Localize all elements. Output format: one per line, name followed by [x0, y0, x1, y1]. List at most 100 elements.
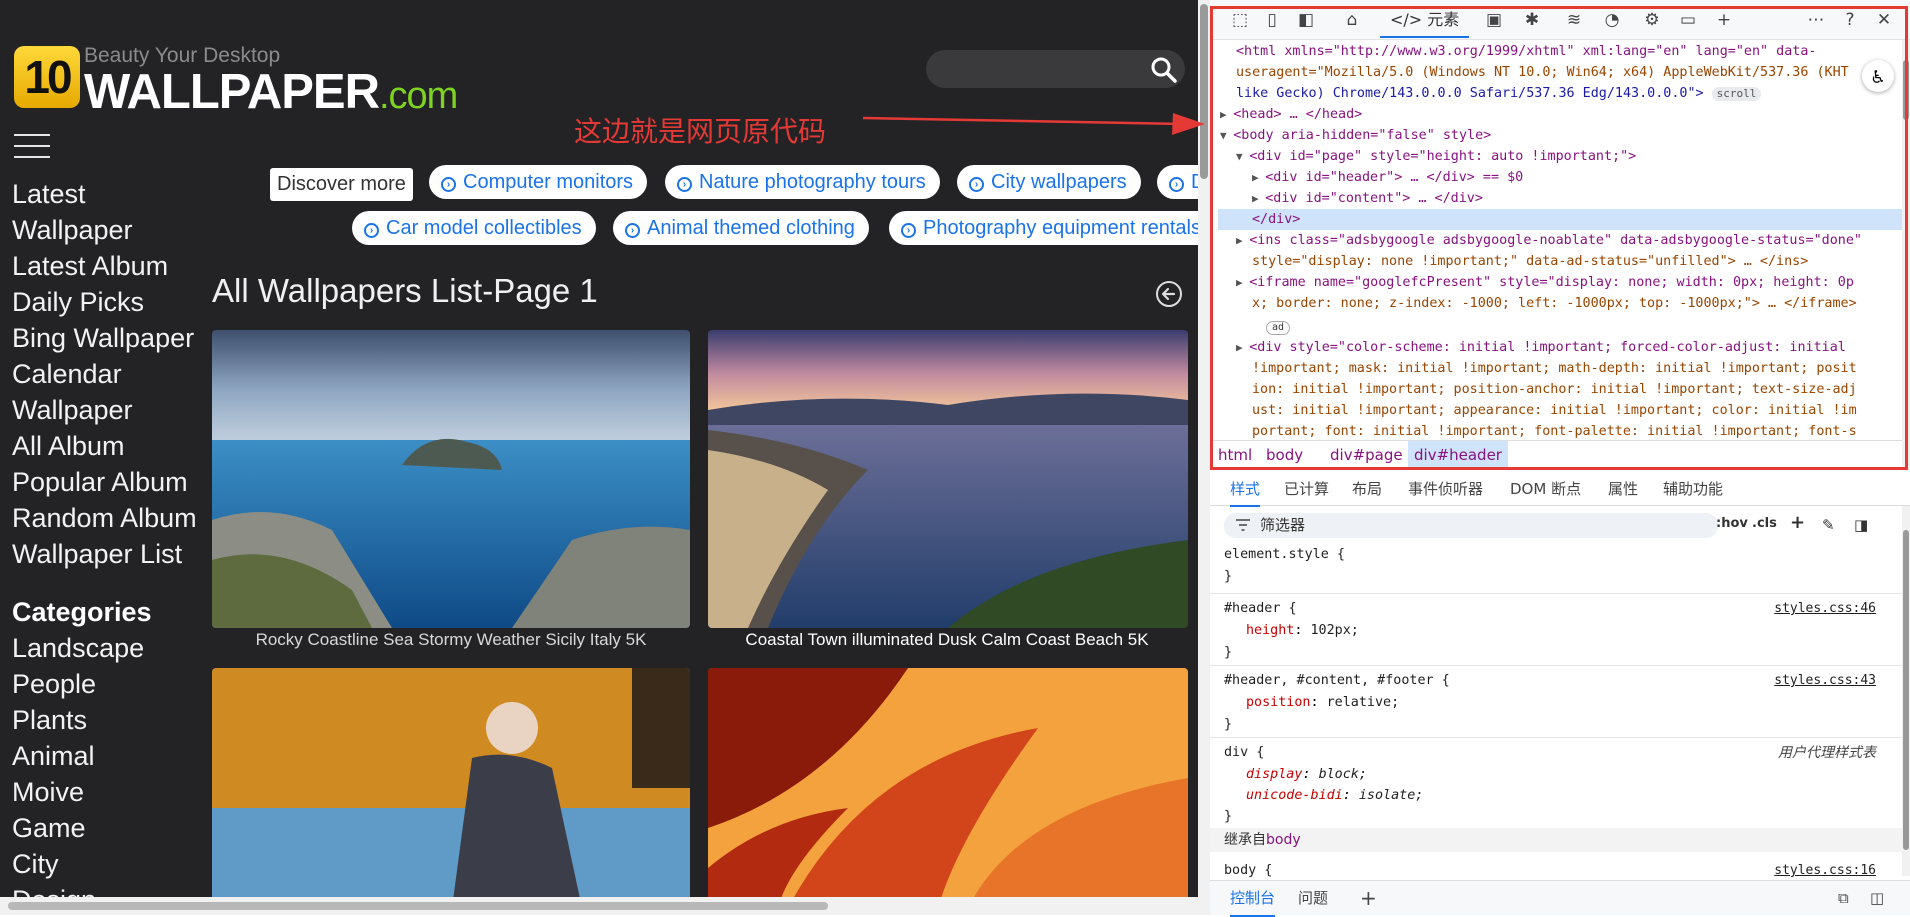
category-item[interactable]: Animal — [12, 738, 208, 774]
nav-item[interactable]: Wallpaper — [12, 392, 208, 428]
dom-node[interactable]: style="display: none !important;" data-a… — [1252, 252, 1808, 273]
prop-name[interactable]: position — [1246, 695, 1311, 710]
rule-source-link[interactable]: styles.css:16 — [1774, 860, 1876, 881]
dom-node[interactable]: useragent="Mozilla/5.0 (Windows NT 10.0;… — [1236, 63, 1849, 84]
chip-link[interactable]: ›D — [1157, 165, 1198, 199]
dock-side-icon[interactable]: ◫ — [1870, 881, 1884, 915]
dom-node[interactable]: portant; font: initial !important; font-… — [1252, 422, 1857, 440]
accessibility-icon[interactable]: ♿ — [1862, 60, 1894, 92]
expand-triangle-icon[interactable]: ▶ — [1252, 171, 1265, 184]
rule-source-link[interactable]: styles.css:46 — [1774, 598, 1876, 619]
style-rule[interactable]: #header { styles.css:46 height: 102px; } — [1210, 594, 1902, 666]
nav-item[interactable]: Random Album — [12, 500, 208, 536]
styles-scrollbar[interactable] — [1902, 506, 1910, 876]
dom-node[interactable]: like Gecko) Chrome/143.0.0.0 Safari/537.… — [1236, 84, 1762, 105]
search-icon[interactable] — [1150, 56, 1178, 84]
console-icon[interactable]: ▣ — [1482, 8, 1506, 32]
style-rule[interactable]: #header, #content, #footer { styles.css:… — [1210, 666, 1902, 738]
expand-triangle-icon[interactable]: ▶ — [1236, 276, 1249, 289]
inherited-from[interactable]: body — [1266, 832, 1301, 848]
prop-value[interactable]: relative; — [1327, 695, 1400, 710]
ad-badge[interactable]: ad — [1266, 321, 1291, 335]
style-rule[interactable]: element.style { } — [1210, 542, 1902, 594]
breadcrumb-item[interactable]: div#page — [1324, 441, 1409, 469]
dock-icon[interactable]: ◧ — [1294, 8, 1318, 32]
device-toolbar-icon[interactable]: ▯ — [1260, 8, 1284, 32]
undock-icon[interactable]: ⧉ — [1838, 881, 1849, 915]
menu-icon[interactable] — [14, 134, 50, 158]
prop-value[interactable]: 102px; — [1311, 623, 1359, 638]
help-icon[interactable]: ? — [1838, 8, 1862, 32]
chip-link[interactable]: › Animal themed clothing — [613, 211, 869, 245]
close-icon[interactable]: ✕ — [1872, 8, 1896, 32]
nav-item[interactable]: Daily Picks — [12, 284, 208, 320]
rule-source-link[interactable]: styles.css:43 — [1774, 670, 1876, 691]
dom-node[interactable]: ion: initial !important; position-anchor… — [1252, 380, 1857, 401]
tab-layout[interactable]: 布局 — [1352, 473, 1382, 505]
chip-link[interactable]: › City wallpapers — [957, 165, 1141, 199]
thumbnail-caption[interactable]: Rocky Coastline Sea Stormy Weather Sicil… — [212, 630, 690, 650]
tab-dom-breakpoints[interactable]: DOM 断点 — [1510, 473, 1581, 505]
inspect-icon[interactable]: ⬚ — [1228, 8, 1252, 32]
wallpaper-thumbnail[interactable] — [708, 330, 1188, 628]
hov-toggle[interactable]: :hov — [1716, 516, 1748, 531]
tab-event-listeners[interactable]: 事件侦听器 — [1408, 473, 1483, 505]
dom-node[interactable]: ▶ <iframe name="googlefcPresent" style="… — [1236, 273, 1854, 294]
expand-triangle-icon[interactable]: ▶ — [1252, 192, 1265, 205]
category-item[interactable]: People — [12, 666, 208, 702]
breadcrumb-item[interactable]: body — [1260, 441, 1309, 469]
expand-triangle-icon[interactable]: ▶ — [1236, 234, 1249, 247]
category-item[interactable]: Game — [12, 810, 208, 846]
nav-item[interactable]: Latest Album — [12, 248, 208, 284]
add-drawer-tab-icon[interactable]: + — [1360, 881, 1377, 915]
dom-node[interactable]: ▼ <body aria-hidden="false" style> — [1220, 126, 1491, 147]
category-item[interactable]: Landscape — [12, 630, 208, 666]
dom-node[interactable]: ▼ <div id="page" style="height: auto !im… — [1236, 147, 1636, 168]
thumbnail-caption[interactable]: Coastal Town illuminated Dusk Calm Coast… — [708, 630, 1186, 650]
tab-elements[interactable]: </> 元素 — [1380, 4, 1470, 38]
search-input[interactable] — [926, 50, 1185, 88]
dom-node[interactable]: ust: initial !important; appearance: ini… — [1252, 401, 1857, 422]
tab-accessibility[interactable]: 辅助功能 — [1663, 473, 1723, 505]
dom-node[interactable]: ▶ <head> … </head> — [1220, 105, 1362, 126]
add-tab-icon[interactable]: + — [1712, 8, 1736, 32]
wifi-icon[interactable]: ≋ — [1562, 8, 1586, 32]
wallpaper-thumbnail[interactable] — [708, 668, 1188, 908]
nav-item[interactable]: Calendar — [12, 356, 208, 392]
chip-link[interactable]: › Computer monitors — [429, 165, 648, 199]
wallpaper-thumbnail[interactable] — [212, 668, 690, 908]
tab-issues[interactable]: 问题 — [1298, 881, 1328, 915]
chip-link[interactable]: › Car model collectibles — [352, 211, 596, 245]
dom-node[interactable]: x; border: none; z-index: -1000; left: -… — [1252, 294, 1857, 315]
horizontal-scrollbar[interactable] — [0, 897, 1198, 915]
category-item[interactable]: Moive — [12, 774, 208, 810]
bug-icon[interactable]: ✱ — [1520, 8, 1544, 32]
styles-filter-input[interactable]: 筛选器 — [1224, 513, 1718, 538]
new-rule-icon[interactable]: + — [1790, 512, 1805, 533]
tab-properties[interactable]: 属性 — [1608, 473, 1638, 505]
dom-node[interactable]: ▶ <ins class="adsbygoogle adsbygoogle-no… — [1236, 231, 1862, 252]
home-icon[interactable]: ⌂ — [1340, 8, 1364, 32]
collapse-triangle-icon[interactable]: ▼ — [1236, 150, 1249, 163]
breadcrumb-item[interactable]: html — [1212, 441, 1258, 469]
tab-console[interactable]: 控制台 — [1230, 881, 1276, 917]
nav-item[interactable]: All Album — [12, 428, 208, 464]
scroll-badge[interactable]: scroll — [1711, 87, 1762, 101]
paint-icon[interactable]: ✎ — [1822, 516, 1835, 534]
dom-node[interactable]: !important; mask: initial !important; ma… — [1252, 359, 1857, 380]
category-item[interactable]: Plants — [12, 702, 208, 738]
dom-node[interactable]: <html xmlns="http://www.w3.org/1999/xhtm… — [1236, 42, 1816, 63]
nav-item[interactable]: Popular Album — [12, 464, 208, 500]
dom-node[interactable]: ad — [1266, 317, 1291, 338]
performance-icon[interactable]: ◔ — [1600, 8, 1624, 32]
dom-node[interactable]: ▶ <div style="color-scheme: initial !imp… — [1236, 338, 1846, 359]
tab-computed[interactable]: 已计算 — [1284, 473, 1329, 505]
nav-item[interactable]: Bing Wallpaper — [12, 320, 208, 356]
expand-triangle-icon[interactable]: ▶ — [1220, 108, 1233, 121]
dom-node-selected[interactable]: ▶ <div id="header"> … </div> == $0 — [1252, 168, 1523, 189]
site-logo[interactable]: 10 Beauty Your Desktop WALLPAPER.com — [14, 44, 458, 119]
dom-scrollbar[interactable] — [1902, 40, 1910, 470]
nav-item[interactable]: Wallpaper — [12, 212, 208, 248]
breadcrumb-item-active[interactable]: div#header — [1408, 441, 1508, 469]
chip-link[interactable]: › Photography equipment rentals — [889, 211, 1198, 245]
